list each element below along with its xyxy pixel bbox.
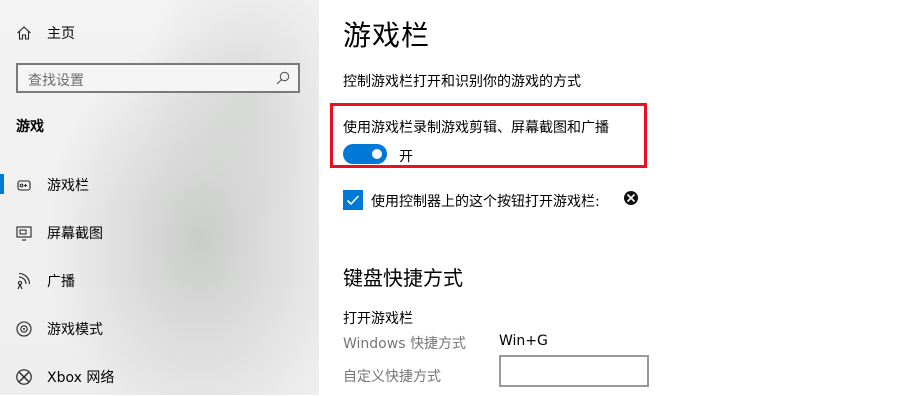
sidebar-item-game-bar[interactable]: 游戏栏 (0, 164, 319, 204)
sidebar-item-label: 游戏栏 (47, 178, 89, 194)
xbox-logo-icon (624, 191, 638, 205)
sidebar-item-label: Xbox 网络 (47, 370, 115, 386)
checkmark-icon (346, 195, 360, 206)
sidebar-item-label: 游戏模式 (47, 322, 103, 338)
home-label: 主页 (47, 26, 75, 42)
xbox-icon (16, 369, 32, 385)
record-toggle-switch[interactable] (343, 144, 387, 164)
search-placeholder: 查找设置 (28, 73, 84, 89)
custom-shortcut-label: 自定义快捷方式 (343, 369, 441, 385)
sidebar-item-label: 广播 (47, 274, 75, 290)
home-icon (17, 26, 31, 40)
page-title: 游戏栏 (343, 19, 431, 52)
sidebar: 主页 查找设置 游戏 游戏栏 屏幕截图 广播 游戏模式 Xbox 网络 (0, 0, 319, 395)
main-content: 游戏栏 控制游戏栏打开和识别你的游戏的方式 使用游戏栏录制游戏剪辑、屏幕截图和广… (319, 0, 900, 395)
toggle-knob (372, 149, 382, 159)
nav-home[interactable]: 主页 (16, 21, 75, 45)
search-input[interactable]: 查找设置 (16, 63, 300, 93)
section-header-gaming: 游戏 (16, 119, 44, 135)
custom-shortcut-input[interactable] (499, 355, 649, 387)
broadcast-icon (17, 272, 31, 290)
selection-indicator (0, 174, 4, 194)
open-game-bar-heading: 打开游戏栏 (343, 311, 413, 327)
sidebar-item-label: 屏幕截图 (47, 226, 103, 242)
sidebar-item-game-mode[interactable]: 游戏模式 (0, 308, 319, 348)
toggle-state-label: 开 (399, 149, 413, 165)
sidebar-item-xbox-networking[interactable]: Xbox 网络 (0, 356, 319, 396)
windows-shortcut-label: Windows 快捷方式 (343, 336, 466, 352)
controller-checkbox[interactable] (343, 190, 363, 210)
record-toggle-label: 使用游戏栏录制游戏剪辑、屏幕截图和广播 (343, 120, 609, 136)
keyboard-shortcuts-heading: 键盘快捷方式 (343, 266, 463, 290)
game-mode-icon (16, 321, 32, 337)
sidebar-item-broadcasting[interactable]: 广播 (0, 260, 319, 300)
search-icon (276, 71, 290, 85)
page-description: 控制游戏栏打开和识别你的游戏的方式 (343, 74, 581, 90)
game-bar-icon (17, 180, 31, 191)
sidebar-item-captures[interactable]: 屏幕截图 (0, 212, 319, 252)
capture-icon (16, 226, 32, 241)
controller-checkbox-label: 使用控制器上的这个按钮打开游戏栏: (371, 194, 600, 210)
windows-shortcut-value: Win+G (499, 333, 548, 349)
